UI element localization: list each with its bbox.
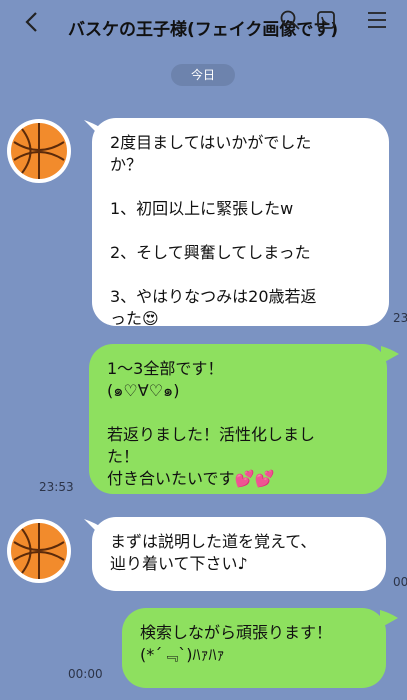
basketball-avatar-icon[interactable] <box>6 518 72 584</box>
bubble-tail <box>381 346 399 364</box>
bubble-tail <box>380 610 398 628</box>
message-bubble-outgoing[interactable]: 1〜3全部です！ (๑♡∀♡๑) 若返りました！活性化しまし た！ 付き合いたい… <box>89 344 387 494</box>
message-bubble-outgoing[interactable]: 検索しながら頑張ります！ (*´﹃`)ﾊｧﾊｧ <box>122 608 386 688</box>
chat-header: バスケの王子様(フェイク画像です) <box>0 0 407 52</box>
message-bubble-incoming[interactable]: 2度目ましてはいかがでした か？ 1、初回以上に緊張したw 2、そして興奮してし… <box>92 118 389 328</box>
message-bubble-incoming[interactable]: まずは説明した道を覚えて、 辿り着いて下さい♪ <box>92 517 386 591</box>
message-time: 23:53 <box>39 480 74 494</box>
basketball-avatar-icon[interactable] <box>6 118 72 184</box>
phone-icon[interactable] <box>315 9 337 31</box>
message-time: 00 <box>393 575 407 589</box>
chevron-left-icon[interactable] <box>22 8 42 36</box>
message-time: 23 <box>393 311 407 325</box>
menu-icon[interactable] <box>366 9 388 31</box>
date-divider: 今日 <box>171 64 235 86</box>
message-time: 00:00 <box>68 667 103 681</box>
search-icon[interactable] <box>279 9 301 31</box>
